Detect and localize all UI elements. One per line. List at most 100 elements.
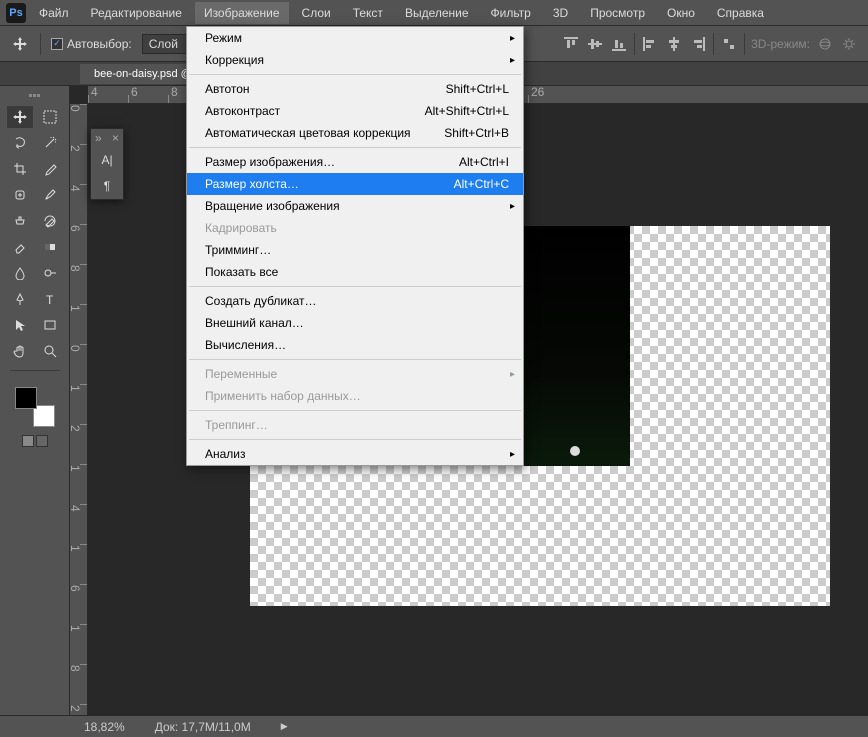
dodge-tool[interactable] xyxy=(37,262,63,284)
menu-item-label: Размер изображения… xyxy=(205,155,335,169)
menu-item-shortcut: Shift+Ctrl+B xyxy=(444,126,509,140)
brush-tool[interactable] xyxy=(37,184,63,206)
align-vcenter-icon[interactable] xyxy=(586,36,604,52)
menu-item[interactable]: Режим xyxy=(187,27,523,49)
menu-item[interactable]: Коррекция xyxy=(187,49,523,71)
paragraph-panel-icon[interactable]: ¶ xyxy=(91,173,123,199)
gradient-tool[interactable] xyxy=(37,236,63,258)
menu-item-label: Автоконтраст xyxy=(205,104,280,118)
menubar: Ps Файл Редактирование Изображение Слои … xyxy=(0,0,868,26)
zoom-level[interactable]: 18,82% xyxy=(84,720,125,734)
healing-brush-tool[interactable] xyxy=(7,184,33,206)
menu-layers[interactable]: Слои xyxy=(293,2,340,24)
eraser-tool[interactable] xyxy=(7,236,33,258)
quick-mask-toggle[interactable] xyxy=(22,435,48,447)
separator xyxy=(634,33,635,55)
menu-item-label: Переменные xyxy=(205,367,277,381)
zoom-tool[interactable] xyxy=(37,340,63,362)
menu-item-label: Кадрировать xyxy=(205,221,277,235)
panel-grip[interactable] xyxy=(20,94,50,100)
menu-filter[interactable]: Фильтр xyxy=(482,2,540,24)
hand-tool[interactable] xyxy=(7,340,33,362)
image-menu-dropdown: РежимКоррекцияАвтотонShift+Ctrl+LАвтокон… xyxy=(186,26,524,466)
pen-tool[interactable] xyxy=(7,288,33,310)
svg-text:T: T xyxy=(46,293,54,306)
orbit-3d-icon[interactable] xyxy=(816,36,834,52)
menu-item[interactable]: Размер холста…Alt+Ctrl+C xyxy=(187,173,523,195)
menu-edit[interactable]: Редактирование xyxy=(82,2,191,24)
menu-item[interactable]: Показать все xyxy=(187,261,523,283)
menu-item: Применить набор данных… xyxy=(187,385,523,407)
menu-item[interactable]: Автоконтраст Alt+Shift+Ctrl+L xyxy=(187,100,523,122)
eyedropper-tool[interactable] xyxy=(37,158,63,180)
align-bottom-icon[interactable] xyxy=(610,36,628,52)
foreground-color[interactable] xyxy=(15,387,37,409)
distribute-icon[interactable] xyxy=(720,36,738,52)
type-tool[interactable]: T xyxy=(37,288,63,310)
character-panel[interactable]: » × A| ¶ xyxy=(90,128,124,200)
marquee-tool[interactable] xyxy=(37,106,63,128)
crop-tool[interactable] xyxy=(7,158,33,180)
align-group: 3D-режим: xyxy=(562,33,858,55)
app-logo: Ps xyxy=(6,3,26,23)
menu-select[interactable]: Выделение xyxy=(396,2,478,24)
auto-select-label: Автовыбор: xyxy=(67,37,132,51)
align-right-icon[interactable] xyxy=(689,36,707,52)
menu-item[interactable]: Размер изображения…Alt+Ctrl+I xyxy=(187,151,523,173)
menu-item[interactable]: Внешний канал… xyxy=(187,312,523,334)
separator xyxy=(40,33,41,55)
align-left-icon[interactable] xyxy=(641,36,659,52)
menu-item-shortcut: Shift+Ctrl+L xyxy=(446,82,509,96)
menu-3d[interactable]: 3D xyxy=(544,2,577,24)
menu-item-label: Тримминг… xyxy=(205,243,271,257)
menu-item-label: Вычисления… xyxy=(205,338,286,352)
clone-stamp-tool[interactable] xyxy=(7,210,33,232)
menu-text[interactable]: Текст xyxy=(344,2,392,24)
menu-item: Кадрировать xyxy=(187,217,523,239)
menu-item[interactable]: АвтотонShift+Ctrl+L xyxy=(187,78,523,100)
menu-view[interactable]: Просмотр xyxy=(581,2,654,24)
status-bar: 18,82% Док: 17,7M/11,0M ▶ xyxy=(0,715,868,737)
doc-size: Док: 17,7M/11,0M xyxy=(155,720,251,734)
auto-select-checkbox[interactable]: ✓Автовыбор: xyxy=(51,37,132,51)
menu-item[interactable]: Создать дубликат… xyxy=(187,290,523,312)
menu-item-shortcut: Alt+Ctrl+C xyxy=(454,177,509,191)
shape-tool[interactable] xyxy=(37,314,63,336)
menu-item: Треппинг… xyxy=(187,414,523,436)
ruler-vertical[interactable]: 02468101214161820 xyxy=(70,104,88,715)
menu-item-label: Показать все xyxy=(205,265,278,279)
menu-item-label: Внешний канал… xyxy=(205,316,304,330)
menu-item[interactable]: Автоматическая цветовая коррекция Shift+C… xyxy=(187,122,523,144)
menu-item[interactable]: Вычисления… xyxy=(187,334,523,356)
align-top-icon[interactable] xyxy=(562,36,580,52)
path-select-tool[interactable] xyxy=(7,314,33,336)
menu-file[interactable]: Файл xyxy=(30,2,78,24)
status-menu-arrow[interactable]: ▶ xyxy=(281,721,288,732)
mode-3d-label: 3D-режим: xyxy=(751,37,810,51)
color-swatches[interactable] xyxy=(15,387,55,427)
panel-collapse-icon[interactable]: » xyxy=(95,131,102,145)
menu-item-shortcut: Alt+Shift+Ctrl+L xyxy=(425,104,509,118)
menu-item[interactable]: Вращение изображения xyxy=(187,195,523,217)
menu-window[interactable]: Окно xyxy=(658,2,704,24)
menu-item-label: Режим xyxy=(205,31,242,45)
move-tool-icon[interactable] xyxy=(10,36,30,52)
menu-item-label: Вращение изображения xyxy=(205,199,340,213)
move-tool[interactable] xyxy=(7,106,33,128)
menu-item: Переменные xyxy=(187,363,523,385)
menu-item[interactable]: Анализ xyxy=(187,443,523,465)
menu-item-label: Автоматическая цветовая коррекция xyxy=(205,126,411,140)
lasso-tool[interactable] xyxy=(7,132,33,154)
menu-help[interactable]: Справка xyxy=(708,2,773,24)
align-hcenter-icon[interactable] xyxy=(665,36,683,52)
blur-tool[interactable] xyxy=(7,262,33,284)
history-brush-tool[interactable] xyxy=(37,210,63,232)
character-panel-icon[interactable]: A| xyxy=(91,147,123,173)
menu-item-label: Треппинг… xyxy=(205,418,268,432)
close-icon[interactable]: × xyxy=(112,131,119,145)
image-content xyxy=(570,446,580,456)
gear-icon[interactable] xyxy=(840,36,858,52)
menu-image[interactable]: Изображение xyxy=(195,2,289,24)
magic-wand-tool[interactable] xyxy=(37,132,63,154)
menu-item[interactable]: Тримминг… xyxy=(187,239,523,261)
